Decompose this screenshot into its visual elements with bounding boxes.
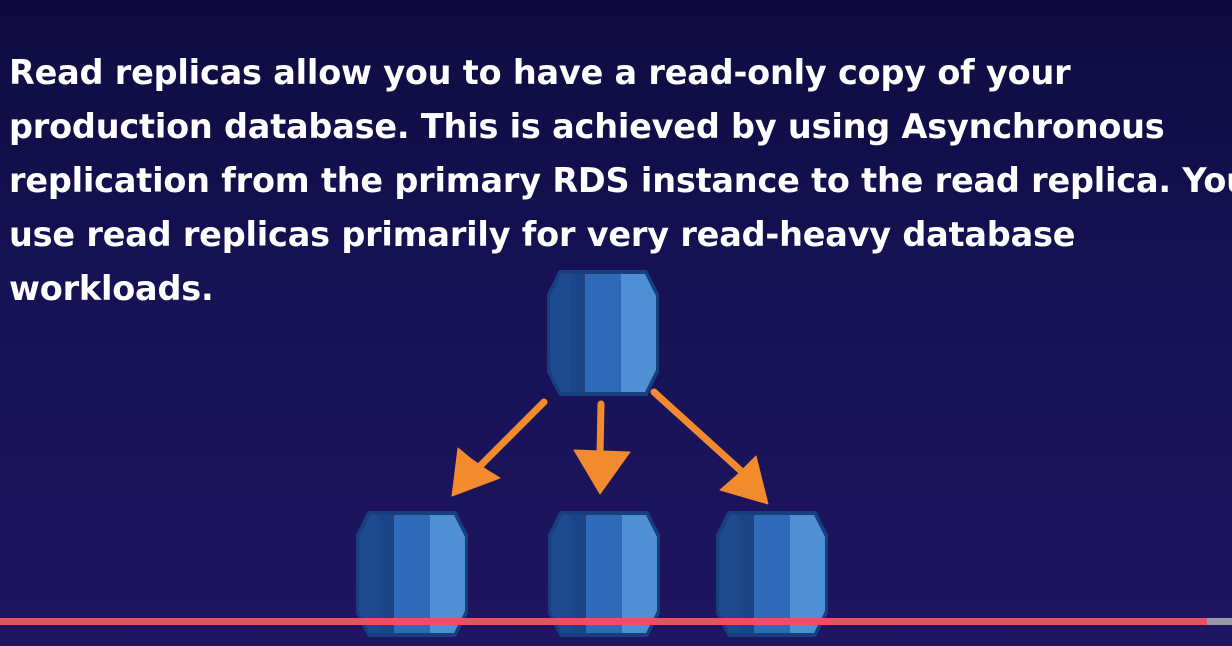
primary-database-icon: [547, 270, 659, 396]
video-progress-bar[interactable]: [0, 618, 1232, 625]
video-progress-fill: [0, 618, 1208, 625]
arrow-down-left-icon: [451, 398, 548, 497]
video-frame: Read replicas allow you to have a read-o…: [0, 0, 1232, 646]
arrow-down-right-icon: [650, 388, 769, 505]
replication-diagram: [356, 270, 828, 637]
arrow-down-icon: [573, 400, 631, 495]
